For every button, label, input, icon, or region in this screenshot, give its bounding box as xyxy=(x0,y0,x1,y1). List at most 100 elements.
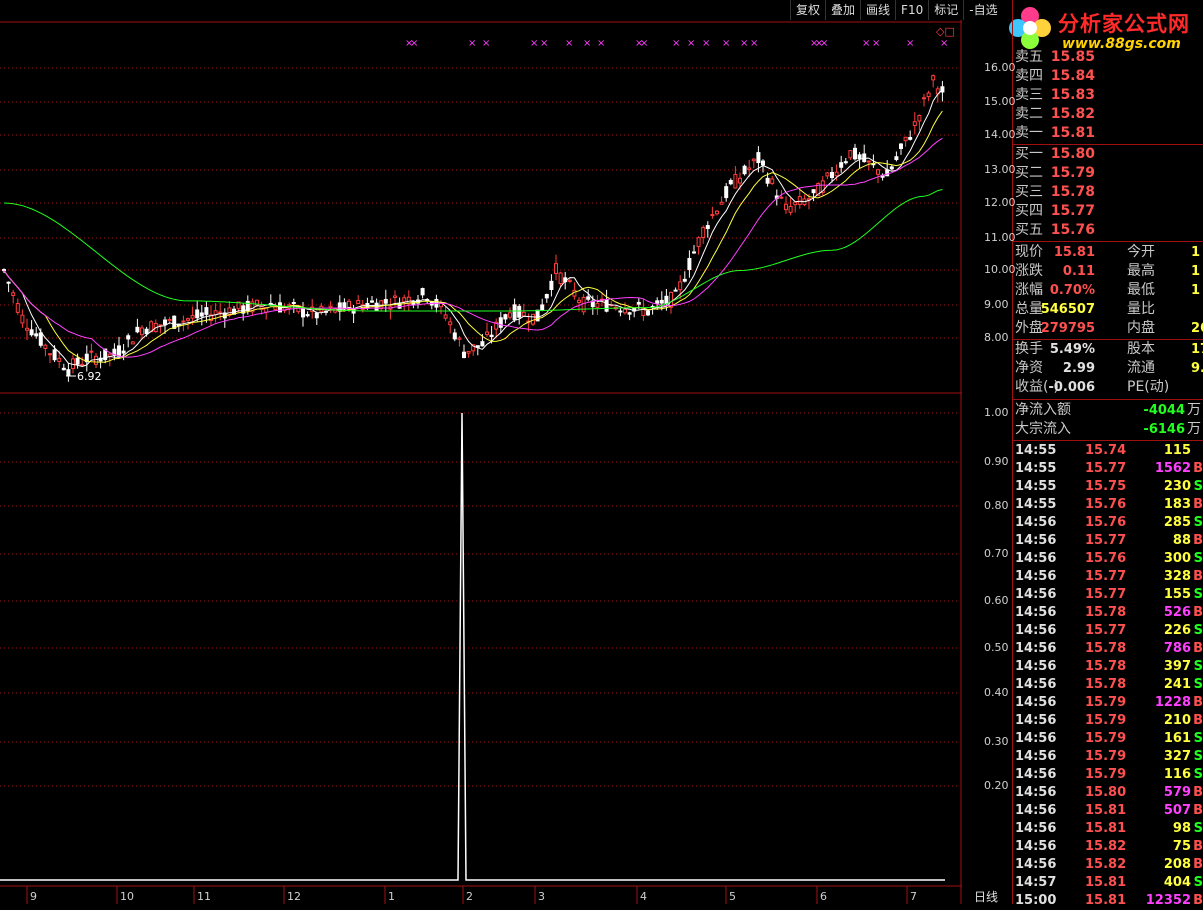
candle-body xyxy=(517,305,522,318)
candle-body xyxy=(586,296,591,300)
quote-row-1: 涨跌 0.11 最高 1 xyxy=(1015,262,1203,281)
signal-mark: × xyxy=(672,38,680,49)
tick-time: 14:56 xyxy=(1015,515,1057,530)
date-tick-label: 3 xyxy=(538,890,545,903)
date-tick-label: 5 xyxy=(729,890,736,903)
candle-body xyxy=(756,152,761,164)
candle-body xyxy=(531,313,535,325)
candle-body xyxy=(314,312,319,319)
low-marker-label: 6.92 xyxy=(77,370,102,383)
candle-body xyxy=(29,329,34,336)
tick-volume: 285 xyxy=(1163,515,1191,530)
candle-body xyxy=(89,350,94,353)
candle-body xyxy=(738,177,742,184)
candle-body xyxy=(186,318,190,321)
candle-body xyxy=(6,281,11,284)
tick-price: 15.82 xyxy=(1085,839,1127,854)
period-label[interactable]: 日线 xyxy=(974,888,998,905)
tick-side: S xyxy=(1193,623,1203,638)
tick-volume: 75 xyxy=(1172,839,1191,854)
candle-body xyxy=(857,154,862,160)
signal-mark: × xyxy=(540,38,548,49)
candle-body xyxy=(328,305,333,309)
quote-label: 涨幅 xyxy=(1015,282,1043,298)
indicator-tick-label: 0.20 xyxy=(984,779,1009,792)
tick-side: B xyxy=(1193,803,1203,818)
buy-price: 15.76 xyxy=(1050,222,1095,238)
candle-body xyxy=(876,169,880,175)
tick-time: 14:56 xyxy=(1015,659,1057,674)
candle-body xyxy=(130,341,135,345)
candle-body xyxy=(673,289,678,292)
candle-body xyxy=(636,301,641,305)
sell-label: 卖四 xyxy=(1015,68,1043,84)
tick-row: 15:00 15.81 12352 B xyxy=(1015,892,1203,910)
sell-price: 15.85 xyxy=(1050,49,1095,65)
candle-body xyxy=(126,335,131,340)
candle-body xyxy=(931,75,936,81)
toolbar-button-2[interactable]: 画线 xyxy=(860,0,896,20)
signal-mark: × xyxy=(640,38,648,49)
candle-body xyxy=(549,280,554,290)
candle-body xyxy=(448,321,453,326)
toolbar-button-1[interactable]: 叠加 xyxy=(825,0,861,20)
quote-label2: 最低 xyxy=(1127,282,1155,298)
tick-side: S xyxy=(1193,767,1203,782)
tick-price: 15.81 xyxy=(1085,875,1127,890)
toolbar-button-3[interactable]: F10 xyxy=(895,0,929,20)
chart-canvas[interactable]: 6.92×× × × × × × × × ×× × × × × × × ××× × × × ×◇□ xyxy=(0,0,962,904)
toolbar-button-4[interactable]: 标记 xyxy=(928,0,964,20)
tick-time: 14:56 xyxy=(1015,641,1057,656)
ma20-line xyxy=(3,137,943,358)
candle-body xyxy=(751,158,756,162)
price-tick-label: 9.00 xyxy=(984,298,1009,311)
diamond-icon[interactable]: ◇□ xyxy=(936,25,955,38)
fund-value2: 17 xyxy=(1191,342,1203,357)
candle-body xyxy=(894,156,899,160)
buy-label: 买四 xyxy=(1015,203,1043,219)
tick-price: 15.77 xyxy=(1085,461,1127,476)
tick-time: 15:00 xyxy=(1015,893,1057,908)
date-tick-label: 10 xyxy=(120,890,134,903)
candle-body xyxy=(80,363,85,366)
toolbar-button-0[interactable]: 复权 xyxy=(790,0,826,20)
candle-body xyxy=(595,302,600,308)
tick-price: 15.78 xyxy=(1085,677,1127,692)
candle-body xyxy=(797,196,802,205)
tick-price: 15.78 xyxy=(1085,641,1127,656)
flow-label: 净流入额 xyxy=(1015,402,1071,418)
indicator-tick-label: 1.00 xyxy=(984,406,1009,419)
indicator-tick-label: 0.70 xyxy=(984,547,1009,560)
sell-price: 15.82 xyxy=(1050,106,1095,122)
tick-side: B xyxy=(1193,713,1203,728)
kline-chart-area[interactable]: 6.92 × × × × × × × × × × × × × × × × × × × × × × × × ◇□ xyxy=(0,0,962,904)
tick-price: 15.74 xyxy=(1085,443,1127,458)
candle-body xyxy=(34,333,39,337)
tick-price: 15.79 xyxy=(1085,695,1127,710)
ma60-line xyxy=(3,189,943,312)
candle-body xyxy=(393,295,397,298)
quote-value2: 1 xyxy=(1191,283,1201,298)
fund-value: 5.49% xyxy=(1049,342,1095,357)
tick-row: 14:56 15.79 116 S xyxy=(1015,766,1203,784)
candle-body xyxy=(811,189,816,194)
tick-price: 15.78 xyxy=(1085,659,1127,674)
tick-time: 14:56 xyxy=(1015,803,1057,818)
candle-body xyxy=(848,150,853,159)
sell-label: 卖一 xyxy=(1015,125,1043,141)
buy-label: 买二 xyxy=(1015,165,1043,181)
tick-volume: 98 xyxy=(1172,821,1191,836)
sell-row-3: 卖二 15.82 xyxy=(1015,105,1203,124)
candle-body xyxy=(922,97,926,100)
buy-row-0: 买一 15.80 xyxy=(1015,145,1203,164)
toolbar-button-5[interactable]: -自选 xyxy=(963,0,1003,20)
quote-value: 546507 xyxy=(1040,302,1095,317)
candle-body xyxy=(163,319,167,325)
tick-time: 14:57 xyxy=(1015,875,1057,890)
candle-body xyxy=(305,314,310,317)
buy-row-3: 买四 15.77 xyxy=(1015,202,1203,221)
tick-volume: 328 xyxy=(1163,569,1191,584)
date-tick-label: 11 xyxy=(197,890,211,903)
candle-body xyxy=(508,312,512,318)
candle-body xyxy=(466,350,471,354)
